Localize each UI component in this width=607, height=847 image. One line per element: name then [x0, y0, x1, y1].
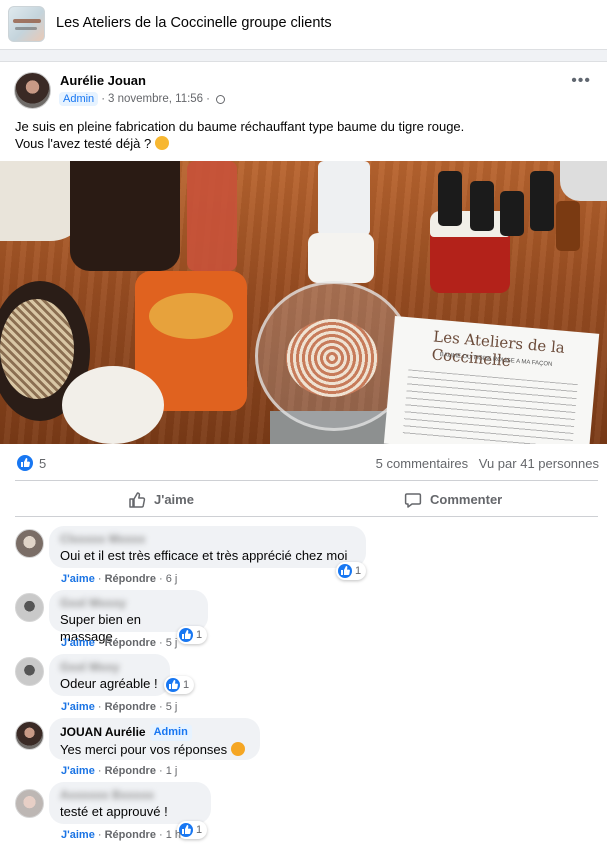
comment-reactions[interactable]: 1 [164, 676, 195, 694]
comment-reply-link[interactable]: Répondre [105, 701, 156, 713]
comment-actions: J'aime · Répondre · 1 h [61, 829, 182, 841]
photo-leaflet: Les Ateliers de la Coccinelle BAUME DU T… [383, 316, 600, 444]
comment-actions: J'aime · Répondre · 5 j [61, 701, 178, 713]
comments-count[interactable]: 5 commentaires [376, 456, 468, 471]
comment-reply-link[interactable]: Répondre [105, 829, 156, 841]
comment-reaction-count: 1 [196, 824, 203, 836]
globe-icon [215, 94, 225, 104]
comment-reply-link[interactable]: Répondre [105, 637, 156, 649]
comment-reactions[interactable]: 1 [177, 821, 208, 839]
comment-button[interactable]: Commenter [404, 487, 502, 512]
group-cover-thumbnail[interactable] [8, 6, 45, 42]
comment-text: Oui et il est très efficace et très appr… [60, 548, 348, 563]
divider [15, 480, 598, 481]
comment-author-name: JOUAN Aurélie [60, 725, 146, 739]
comment-author[interactable]: JOUAN Aurélie Admin [60, 724, 249, 741]
thumbs-up-icon [179, 823, 193, 837]
comment-like-link[interactable]: J'aime [61, 701, 95, 713]
comment-author[interactable]: Gxxl Mxxy [60, 660, 159, 675]
comment-time[interactable]: 6 j [166, 573, 178, 585]
like-label: J'aime [154, 492, 194, 507]
comment-text: testé et approuvé ! [60, 804, 168, 819]
post-date[interactable]: 3 novembre, 11:56 [108, 93, 203, 105]
comment-avatar[interactable] [15, 657, 44, 686]
comment-actions: J'aime · Répondre · 5 j [61, 637, 178, 649]
comment-avatar[interactable] [15, 529, 44, 558]
comment-bubble-icon [404, 492, 422, 508]
comment-bubble: JOUAN Aurélie Admin Yes merci pour vos ré… [49, 718, 260, 760]
post-card: Aurélie Jouan Admin · 3 novembre, 11:56 … [0, 61, 607, 847]
comment-bubble: Gxxl Mxxy Odeur agréable ! [49, 654, 170, 696]
post-text-question: Vous l'avez testé déjà ? [15, 136, 152, 151]
post-meta: Admin · 3 novembre, 11:56 · [59, 92, 225, 106]
author-avatar[interactable] [14, 72, 51, 109]
comment-text: Odeur agréable ! [60, 676, 158, 691]
group-header: Les Ateliers de la Coccinelle groupe cli… [0, 0, 607, 50]
admin-badge: Admin [59, 92, 99, 106]
comment-avatar[interactable] [15, 721, 44, 750]
views-count[interactable]: Vu par 41 personnes [479, 456, 599, 471]
smiling-face-with-hearts-emoji [230, 742, 245, 756]
divider [15, 516, 598, 517]
thumbs-up-icon [338, 564, 352, 578]
group-title[interactable]: Les Ateliers de la Coccinelle groupe cli… [56, 15, 332, 31]
more-options-icon[interactable]: ••• [571, 73, 591, 89]
comment-avatar[interactable] [15, 789, 44, 818]
comment-actions: J'aime · Répondre · 1 j [61, 765, 178, 777]
comment-time[interactable]: 1 h [166, 829, 181, 841]
comment-bubble: Clxxxxx Mxxxx Oui et il est très efficac… [49, 526, 366, 568]
comment-avatar[interactable] [15, 593, 44, 622]
comment-reaction-count: 1 [355, 565, 362, 577]
author-name[interactable]: Aurélie Jouan [60, 73, 146, 88]
thumbs-up-icon [129, 491, 146, 508]
meta-separator: · [101, 93, 106, 105]
post-stats: 5 commentaires Vu par 41 personnes [376, 456, 599, 471]
post-text-line: Vous l'avez testé déjà ? [15, 135, 585, 152]
comment-reaction-count: 1 [183, 679, 190, 691]
comment-reactions[interactable]: 1 [177, 626, 208, 644]
comment-time[interactable]: 5 j [166, 637, 178, 649]
thumbs-up-icon [166, 678, 180, 692]
comment-reaction-count: 1 [196, 629, 203, 641]
comment-actions: J'aime · Répondre · 6 j [61, 573, 178, 585]
meta-separator: · [206, 93, 210, 105]
comment-text: Yes merci pour vos réponses [60, 741, 249, 758]
comment-bubble: Axxxxxx Bxxxxx testé et approuvé ! [49, 782, 211, 824]
smiling-face-emoji [154, 136, 169, 150]
comment-time[interactable]: 5 j [166, 701, 178, 713]
comment-text-content: Yes merci pour vos réponses [60, 742, 228, 757]
like-button[interactable]: J'aime [128, 487, 194, 512]
comment-reactions[interactable]: 1 [336, 562, 367, 580]
comment-like-link[interactable]: J'aime [61, 829, 95, 841]
comment-like-link[interactable]: J'aime [61, 765, 95, 777]
comment-author[interactable]: Gxxl Mxxxy [60, 596, 197, 611]
thumbs-up-icon [179, 628, 193, 642]
thumbs-up-icon[interactable] [17, 455, 33, 471]
post-text: Je suis en pleine fabrication du baume r… [15, 118, 585, 152]
comment-reply-link[interactable]: Répondre [105, 765, 156, 777]
comment-like-link[interactable]: J'aime [61, 637, 95, 649]
post-photo[interactable]: Les Ateliers de la Coccinelle BAUME DU T… [0, 161, 607, 444]
comment-author[interactable]: Axxxxxx Bxxxxx [60, 788, 200, 803]
reactions-count[interactable]: 5 [39, 456, 46, 471]
admin-badge: Admin [149, 724, 192, 741]
comment-time[interactable]: 1 j [166, 765, 178, 777]
comment-reply-link[interactable]: Répondre [105, 573, 156, 585]
post-text-line: Je suis en pleine fabrication du baume r… [15, 119, 465, 134]
comment-like-link[interactable]: J'aime [61, 573, 95, 585]
comment-label: Commenter [430, 492, 503, 507]
comment-author[interactable]: Clxxxxx Mxxxx [60, 532, 355, 547]
